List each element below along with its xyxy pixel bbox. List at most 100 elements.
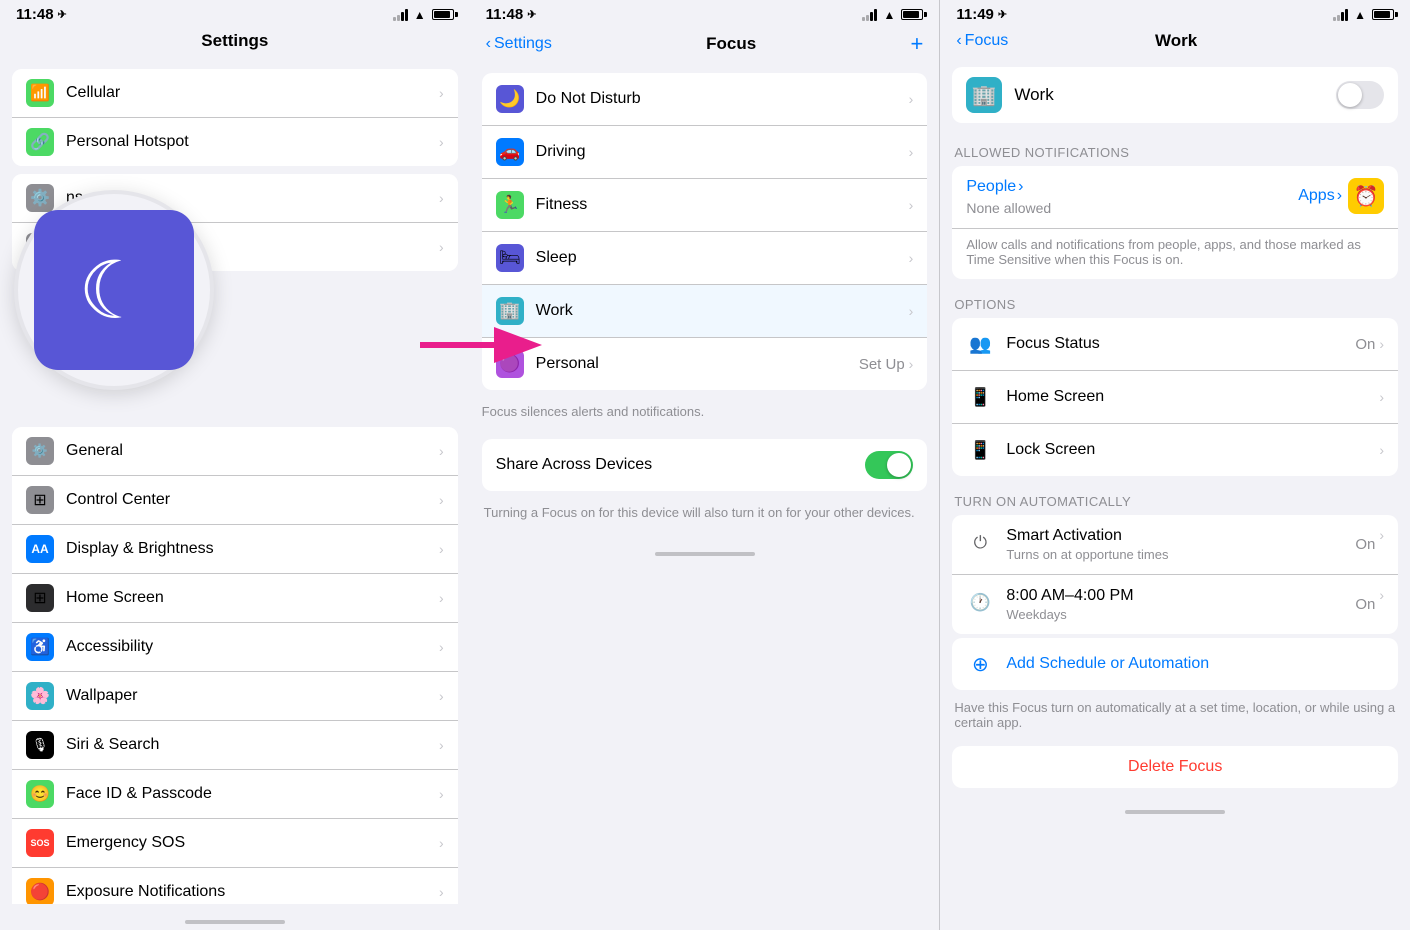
allowed-notif-section: People › None allowed Apps › ⏰ Allow cal… (952, 166, 1398, 279)
fitness-icon: 🏃 (496, 191, 524, 219)
status-icons-3: ▲ (1333, 8, 1394, 22)
home-screen-icon: ⊞ (26, 584, 54, 612)
focus-item-sleep[interactable]: 🛏 Sleep › (482, 232, 928, 285)
focus-hint: Focus silences alerts and notifications. (470, 398, 940, 431)
work-toggle[interactable] (1336, 81, 1384, 109)
sos-chevron: › (439, 835, 444, 851)
focus-item-personal[interactable]: 🟣 Personal Set Up › (482, 338, 928, 390)
schedule-sublabel: Weekdays (1006, 607, 1355, 622)
signal-icon-2 (862, 9, 877, 21)
share-toggle[interactable] (865, 451, 913, 479)
settings-item-home-screen[interactable]: ⊞ Home Screen › (12, 574, 458, 623)
hotspot-icon: 🔗 (26, 128, 54, 156)
people-col: People › None allowed (966, 178, 1298, 216)
settings-item-accessibility[interactable]: ♿ Accessibility › (12, 623, 458, 672)
option-focus-status[interactable]: 👥 Focus Status On › (952, 318, 1398, 371)
delete-row[interactable]: Delete Focus (952, 746, 1398, 788)
auto-smart-activation[interactable]: ⏻ Smart Activation Turns on at opportune… (952, 515, 1398, 575)
fitness-label: Fitness (536, 196, 909, 214)
share-label: Share Across Devices (496, 456, 866, 474)
add-schedule-row[interactable]: ⊕ Add Schedule or Automation (952, 638, 1398, 690)
settings-item-faceid[interactable]: 😊 Face ID & Passcode › (12, 770, 458, 819)
focus-status-label: Focus Status (1006, 335, 1355, 353)
schedule-text: 8:00 AM–4:00 PM Weekdays (1006, 587, 1355, 622)
add-schedule-section: ⊕ Add Schedule or Automation (952, 638, 1398, 690)
siri-chevron: › (439, 737, 444, 753)
status-bar-1: 11:48 ✈ ▲ (0, 0, 470, 27)
settings-item-hotspot[interactable]: 🔗 Personal Hotspot › (12, 118, 458, 166)
wifi-icon-2: ▲ (883, 8, 895, 22)
battery-icon-2 (901, 9, 923, 20)
options-section: 👥 Focus Status On › 📱 Home Screen › 📱 Lo… (952, 318, 1398, 476)
focus-item-dnd[interactable]: 🌙 Do Not Disturb › (482, 73, 928, 126)
location-icon: ✈ (58, 8, 67, 21)
sleep-label: Sleep (536, 249, 909, 267)
focus-item-driving[interactable]: 🚗 Driving › (482, 126, 928, 179)
home-bar-2 (470, 534, 940, 562)
work-back-button[interactable]: ‹ Focus (956, 32, 1008, 50)
faceid-label: Face ID & Passcode (66, 785, 439, 803)
exposure-chevron: › (439, 884, 444, 900)
status-time-2: 11:48 ✈ (486, 6, 537, 23)
option-home-screen[interactable]: 📱 Home Screen › (952, 371, 1398, 424)
home-screen-chevron: › (439, 590, 444, 606)
settings-item-general[interactable]: ⚙️ General › (12, 427, 458, 476)
ns-chevron: › (439, 190, 444, 206)
focus-back-button[interactable]: ‹ Settings (486, 35, 552, 53)
fitness-chevron: › (909, 197, 914, 213)
focus-item-fitness[interactable]: 🏃 Fitness › (482, 179, 928, 232)
settings-section-main: ⚙️ General › ⊞ Control Center › AA Displ… (12, 427, 458, 904)
lock-screen-icon: 📱 (966, 436, 994, 464)
smart-activation-icon: ⏻ (966, 529, 994, 557)
people-link[interactable]: People › (966, 178, 1298, 196)
personal-chevron: › (909, 356, 914, 372)
share-section: Share Across Devices (482, 439, 928, 491)
sleep-icon: 🛏 (496, 244, 524, 272)
apps-col: Apps › ⏰ (1298, 178, 1384, 214)
settings-item-sos[interactable]: SOS Emergency SOS › (12, 819, 458, 868)
smart-activation-value: On (1355, 536, 1375, 553)
people-value: None allowed (966, 200, 1298, 216)
wallpaper-chevron: › (439, 688, 444, 704)
settings-item-exposure[interactable]: 🔴 Exposure Notifications › (12, 868, 458, 904)
personal-setup-label: Set Up (859, 356, 905, 373)
sos-icon: SOS (26, 829, 54, 857)
delete-section: Delete Focus (952, 746, 1398, 788)
settings-item-siri[interactable]: 🎙 Siri & Search › (12, 721, 458, 770)
settings-panel: 11:48 ✈ ▲ Settings 📶 Cellular › (0, 0, 470, 930)
settings-item-cellular[interactable]: 📶 Cellular › (12, 69, 458, 118)
general-icon: ⚙️ (26, 437, 54, 465)
settings-item-display[interactable]: AA Display & Brightness › (12, 525, 458, 574)
ns-icon: ⚙️ (26, 184, 54, 212)
accessibility-chevron: › (439, 639, 444, 655)
location-icon-2: ✈ (527, 8, 536, 21)
work-icon: 🏢 (966, 77, 1002, 113)
focus-circle-overlay: ☾ (14, 190, 214, 390)
option-lock-screen[interactable]: 📱 Lock Screen › (952, 424, 1398, 476)
schedule-icon: 🕐 (966, 589, 994, 617)
otics-chevron: › (439, 239, 444, 255)
allowed-notif-desc: Allow calls and notifications from peopl… (952, 229, 1398, 279)
home-screen-label: Home Screen (66, 589, 439, 607)
work-back-label: Focus (965, 32, 1009, 50)
focus-panel: 11:48 ✈ ▲ ‹ Settings Focus + 🌙 Do Not Di… (470, 0, 940, 930)
settings-item-wallpaper[interactable]: 🌸 Wallpaper › (12, 672, 458, 721)
status-time-1: 11:48 ✈ (16, 6, 67, 23)
smart-activation-chevron: › (1379, 527, 1384, 543)
faceid-icon: 😊 (26, 780, 54, 808)
work-title-text: Work (1014, 85, 1336, 105)
focus-plus-button[interactable]: + (910, 31, 923, 57)
siri-label: Siri & Search (66, 736, 439, 754)
turn-on-title: TURN ON AUTOMATICALLY (940, 480, 1410, 515)
smart-activation-sublabel: Turns on at opportune times (1006, 547, 1355, 562)
lock-screen-label: Lock Screen (1006, 441, 1379, 459)
dnd-label: Do Not Disturb (536, 90, 909, 108)
personal-icon: 🟣 (496, 350, 524, 378)
settings-item-control-center[interactable]: ⊞ Control Center › (12, 476, 458, 525)
dnd-chevron: › (909, 91, 914, 107)
focus-item-work[interactable]: 🏢 Work › (482, 285, 928, 338)
auto-schedule[interactable]: 🕐 8:00 AM–4:00 PM Weekdays On › (952, 575, 1398, 634)
allowed-notif-title: ALLOWED NOTIFICATIONS (940, 131, 1410, 166)
home-screen-opt-chevron: › (1379, 389, 1384, 405)
apps-link[interactable]: Apps › (1298, 187, 1342, 205)
